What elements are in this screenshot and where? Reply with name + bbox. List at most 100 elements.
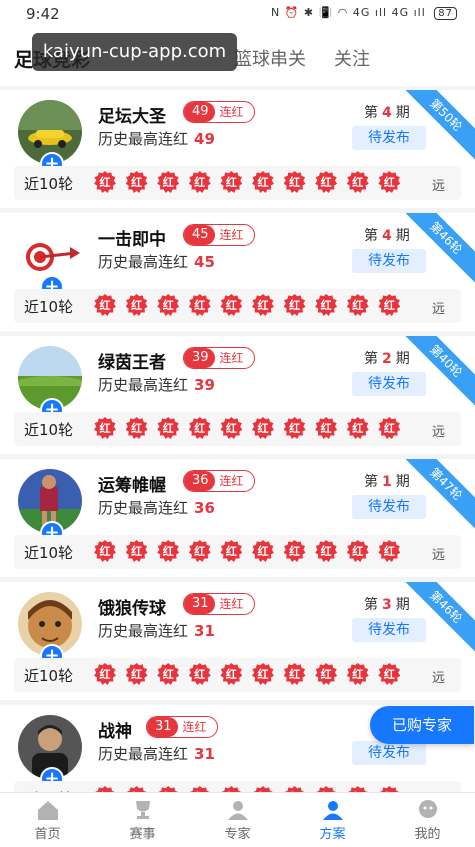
pending-button[interactable]: 待发布 [352, 618, 426, 642]
streak-count: 36 [184, 471, 215, 491]
more-link[interactable]: 远 [432, 298, 445, 317]
streak-badge: 45 连红 [183, 224, 255, 246]
home-icon [35, 799, 61, 821]
expert-card[interactable]: + 绿茵王者 39 连红 历史最高连红 39 第2期 待发布 第40轮 近10轮 … [0, 336, 475, 454]
streak-label: 连红 [219, 474, 244, 488]
red-result-badge: 红 [283, 294, 308, 318]
streak-badge: 31 连红 [183, 593, 255, 615]
pending-button[interactable]: 待发布 [352, 495, 426, 519]
red-result-badge: 红 [220, 294, 244, 318]
period: 第4期 [364, 102, 410, 122]
period-prefix: 第 [364, 351, 378, 367]
history-best: 历史最高连红 45 [98, 251, 215, 272]
recent-label: 近10轮 [24, 175, 74, 193]
pending-button[interactable]: 待发布 [352, 126, 426, 150]
expert-card[interactable]: + 饿狼传球 31 连红 历史最高连红 31 第3期 待发布 第46轮 近10轮 … [0, 582, 475, 700]
red-result-badge: 红 [251, 540, 276, 564]
red-result-badge: 红 [346, 540, 371, 564]
period-suffix: 期 [395, 474, 410, 490]
nav-profile[interactable]: 我的 [380, 793, 475, 847]
more-link[interactable]: 远 [432, 544, 445, 563]
tab-basketball[interactable]: 篮球串关 [234, 45, 306, 71]
trophy-icon [130, 799, 156, 821]
streak-label: 连红 [182, 720, 207, 734]
red-result-badge: 红 [283, 417, 308, 441]
nav-plans-label: 方案 [319, 827, 346, 842]
nav-matches[interactable]: 赛事 [95, 793, 190, 847]
red-result-badge: 红 [157, 663, 181, 687]
result-badges: 红红红红红红红红红红 [94, 540, 410, 564]
pending-button[interactable]: 待发布 [352, 741, 426, 765]
plan-icon [320, 799, 346, 821]
watermark: kaiyun-cup-app.com [32, 33, 237, 71]
red-result-badge: 红 [346, 294, 371, 318]
expert-card[interactable]: + 运筹帷幄 36 连红 历史最高连红 36 第1期 待发布 第47轮 近10轮 … [0, 459, 475, 577]
red-result-badge: 红 [251, 663, 276, 687]
recent-results: 近10轮 红红红红红红红红红红 远 [14, 166, 461, 200]
expert-name: 足坛大圣 [98, 107, 166, 127]
streak-count: 49 [184, 102, 215, 122]
red-result-badge: 红 [125, 171, 150, 195]
nav-matches-label: 赛事 [129, 827, 156, 842]
recent-results: 近10轮 红红红红红红红红红红 远 [14, 535, 461, 569]
nav-plans[interactable]: 方案 [285, 793, 380, 847]
red-result-badge: 红 [125, 540, 150, 564]
history-value: 45 [194, 253, 215, 271]
nav-experts[interactable]: 专家 [190, 793, 285, 847]
red-result-badge: 红 [283, 540, 308, 564]
expert-list: + 足坛大圣 49 连红 历史最高连红 49 第4期 待发布 第50轮 近10轮 … [0, 86, 475, 792]
status-icons: N ⏰ ✱ 📳 ◠ 4G ıll 4G ıll 87 [271, 6, 457, 20]
nav-experts-label: 专家 [224, 827, 251, 842]
red-result-badge: 红 [157, 294, 181, 318]
red-result-badge: 红 [188, 171, 213, 195]
period-suffix: 期 [395, 351, 410, 367]
expert-card[interactable]: + 一击即中 45 连红 历史最高连红 45 第4期 待发布 第46轮 近10轮 … [0, 213, 475, 331]
status-bar: 9:42 N ⏰ ✱ 📳 ◠ 4G ıll 4G ıll 87 [0, 0, 475, 28]
recent-label: 近10轮 [24, 544, 74, 562]
streak-badge: 36 连红 [183, 470, 255, 492]
more-link[interactable]: 远 [432, 175, 445, 194]
pending-button[interactable]: 待发布 [352, 372, 426, 396]
profile-icon [415, 799, 441, 821]
nav-home[interactable]: 首页 [0, 793, 95, 847]
red-result-badge: 红 [94, 540, 118, 564]
red-result-badge: 红 [188, 663, 213, 687]
pending-button[interactable]: 待发布 [352, 249, 426, 273]
period: 第3期 [364, 594, 410, 614]
expert-icon [225, 799, 251, 821]
streak-count: 39 [184, 348, 215, 368]
expert-name: 战神 [98, 722, 132, 742]
red-result-badge: 红 [346, 171, 371, 195]
purchased-experts-button[interactable]: 已购专家 [370, 706, 474, 744]
history-value: 36 [194, 499, 215, 517]
more-link[interactable]: 远 [432, 667, 445, 686]
period: 第4期 [364, 225, 410, 245]
red-result-badge: 红 [378, 663, 402, 687]
red-result-badge: 红 [315, 540, 339, 564]
streak-badge: 39 连红 [183, 347, 255, 369]
history-label: 历史最高连红 [98, 376, 189, 394]
history-label: 历史最高连红 [98, 130, 189, 148]
history-best: 历史最高连红 49 [98, 128, 215, 149]
red-result-badge: 红 [188, 540, 213, 564]
recent-results: 近10轮 红红红红红红红红红红 远 [14, 412, 461, 446]
red-result-badge: 红 [283, 663, 308, 687]
period-prefix: 第 [364, 474, 378, 490]
period-prefix: 第 [364, 228, 378, 244]
period-prefix: 第 [364, 597, 378, 613]
tab-follow[interactable]: 关注 [334, 45, 370, 71]
red-result-badge: 红 [378, 294, 402, 318]
red-result-badge: 红 [346, 417, 371, 441]
nav-profile-label: 我的 [414, 827, 441, 842]
period-prefix: 第 [364, 105, 378, 121]
more-link[interactable]: 远 [432, 421, 445, 440]
recent-results: 近10轮 红红红红红红红红红红 远 [14, 781, 461, 792]
streak-label: 连红 [219, 597, 244, 611]
history-label: 历史最高连红 [98, 253, 189, 271]
period-suffix: 期 [395, 105, 410, 121]
nav-home-label: 首页 [34, 827, 61, 842]
red-result-badge: 红 [220, 417, 244, 441]
red-result-badge: 红 [125, 663, 150, 687]
red-result-badge: 红 [346, 663, 371, 687]
expert-card[interactable]: + 足坛大圣 49 连红 历史最高连红 49 第4期 待发布 第50轮 近10轮 … [0, 90, 475, 208]
